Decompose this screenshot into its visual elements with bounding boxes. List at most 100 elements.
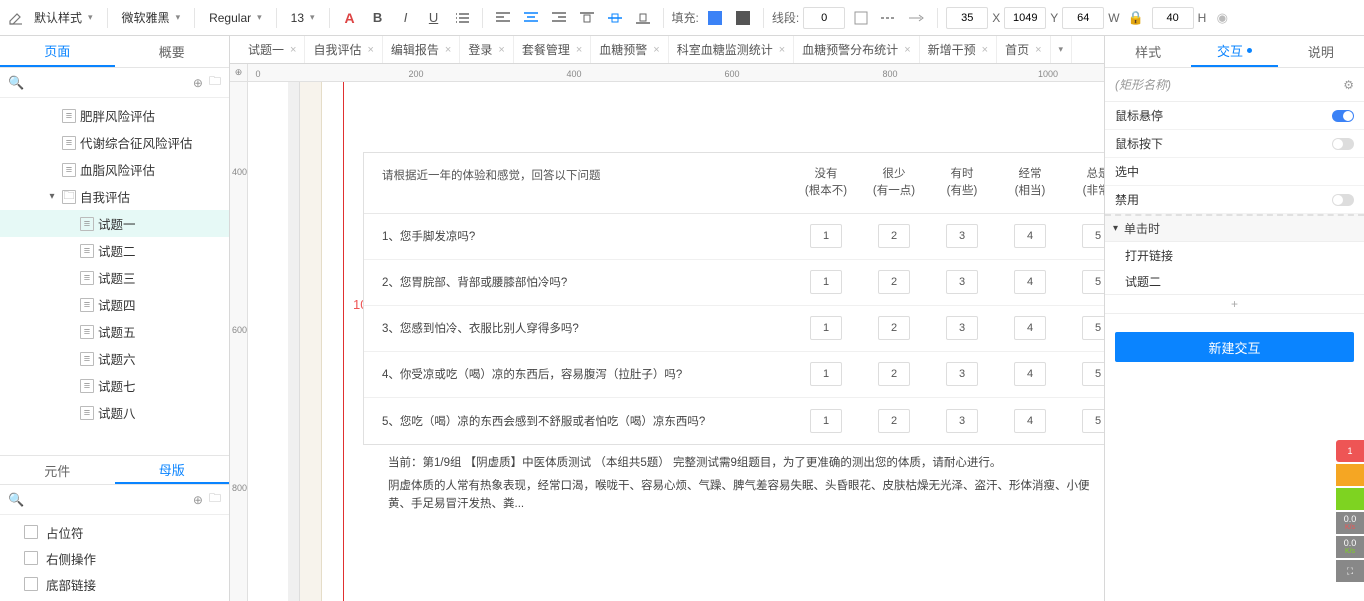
option-button[interactable]: 3	[946, 270, 978, 294]
add-master-folder-icon[interactable]: 🗀	[209, 489, 221, 510]
event-disable[interactable]: 禁用	[1105, 186, 1364, 214]
toggle[interactable]	[1332, 110, 1354, 122]
close-icon[interactable]: ×	[445, 44, 451, 56]
document-tab[interactable]: 科室血糖监测统计×	[669, 36, 794, 63]
page-tree-item[interactable]: ▾🗀自我评估	[0, 183, 229, 210]
border-style-button[interactable]	[849, 6, 873, 30]
document-tab[interactable]: 新增干预×	[920, 36, 997, 63]
list-button[interactable]	[450, 6, 474, 30]
font-weight-dropdown[interactable]: Regular▾	[203, 6, 268, 30]
option-button[interactable]: 3	[946, 224, 978, 248]
add-folder-icon[interactable]: 🗀	[209, 72, 221, 93]
event-select[interactable]: 选中	[1105, 158, 1364, 186]
option-button[interactable]: 2	[878, 270, 910, 294]
option-button[interactable]: 1	[810, 224, 842, 248]
document-tab[interactable]: 自我评估×	[305, 36, 382, 63]
option-button[interactable]: 4	[1014, 316, 1046, 340]
toggle[interactable]	[1332, 194, 1354, 206]
page-tree-item[interactable]: ≡试题五	[0, 318, 229, 345]
option-button[interactable]: 2	[878, 224, 910, 248]
page-tree-item[interactable]: ≡肥胖风险评估	[0, 102, 229, 129]
close-icon[interactable]: ×	[498, 44, 504, 56]
font-family-dropdown[interactable]: 微软雅黑▾	[116, 6, 187, 30]
close-icon[interactable]: ×	[1035, 44, 1041, 56]
option-button[interactable]: 3	[946, 316, 978, 340]
document-tab[interactable]: 试题一×	[240, 36, 305, 63]
option-button[interactable]: 2	[878, 316, 910, 340]
master-item[interactable]: 右侧操作	[0, 545, 229, 571]
document-tab[interactable]: 血糖预警分布统计×	[794, 36, 919, 63]
y-input[interactable]	[1004, 7, 1046, 29]
option-button[interactable]: 3	[946, 362, 978, 386]
arrow-style-button[interactable]	[905, 6, 929, 30]
page-tree-item[interactable]: ≡试题六	[0, 345, 229, 372]
dock-item[interactable]	[1336, 488, 1364, 510]
add-master-icon[interactable]: ⊕	[193, 493, 203, 507]
align-right-button[interactable]	[547, 6, 571, 30]
tab-outline[interactable]: 概要	[115, 36, 230, 67]
page-tree-item[interactable]: ≡试题四	[0, 291, 229, 318]
option-button[interactable]: 1	[810, 316, 842, 340]
close-icon[interactable]: ×	[904, 44, 910, 56]
option-button[interactable]: 1	[810, 362, 842, 386]
align-left-button[interactable]	[491, 6, 515, 30]
shape-name-placeholder[interactable]: (矩形名称)	[1115, 76, 1171, 93]
ruler-origin-icon[interactable]: ⊕	[230, 64, 248, 81]
document-tab[interactable]: 血糖预警×	[591, 36, 668, 63]
close-icon[interactable]: ×	[779, 44, 785, 56]
add-page-icon[interactable]: ⊕	[193, 76, 203, 90]
align-top-button[interactable]	[575, 6, 599, 30]
option-button[interactable]: 5	[1082, 409, 1104, 433]
pages-search-input[interactable]	[30, 76, 187, 90]
option-button[interactable]: 1	[810, 270, 842, 294]
line-width-input[interactable]	[803, 7, 845, 29]
option-button[interactable]: 5	[1082, 224, 1104, 248]
add-action-button[interactable]: +	[1105, 294, 1364, 314]
underline-button[interactable]: U	[422, 6, 446, 30]
visibility-icon[interactable]: ◉	[1210, 6, 1234, 30]
font-size-dropdown[interactable]: 13▾	[285, 6, 321, 30]
h-input[interactable]	[1152, 7, 1194, 29]
page-tree-item[interactable]: ≡代谢综合征风险评估	[0, 129, 229, 156]
align-bottom-button[interactable]	[631, 6, 655, 30]
new-interaction-button[interactable]: 新建交互	[1115, 332, 1354, 362]
option-button[interactable]: 4	[1014, 270, 1046, 294]
event-mousedown[interactable]: 鼠标按下	[1105, 130, 1364, 158]
dock-badge[interactable]: 1	[1336, 440, 1364, 462]
master-item[interactable]: 底部链接	[0, 571, 229, 597]
document-tab[interactable]: 套餐管理×	[514, 36, 591, 63]
option-button[interactable]: 1	[810, 409, 842, 433]
event-hover[interactable]: 鼠标悬停	[1105, 102, 1364, 130]
page-tree-item[interactable]: ≡试题三	[0, 264, 229, 291]
font-color-button[interactable]: A	[338, 6, 362, 30]
canvas[interactable]: 1029 请根据近一年的体验和感觉，回答以下问题没有(根本不)很少(有一点)有时…	[248, 82, 1104, 601]
option-button[interactable]: 2	[878, 362, 910, 386]
close-icon[interactable]: ×	[653, 44, 659, 56]
align-center-button[interactable]	[519, 6, 543, 30]
masters-search-input[interactable]	[30, 493, 187, 507]
option-button[interactable]: 3	[946, 409, 978, 433]
w-input[interactable]	[1062, 7, 1104, 29]
master-item[interactable]: 占位符	[0, 519, 229, 545]
italic-button[interactable]: I	[394, 6, 418, 30]
tab-notes[interactable]: 说明	[1278, 36, 1364, 67]
fill-color-2[interactable]	[731, 6, 755, 30]
x-input[interactable]	[946, 7, 988, 29]
option-button[interactable]: 2	[878, 409, 910, 433]
page-tree-item[interactable]: ≡试题一	[0, 210, 229, 237]
style-dropdown[interactable]: 默认样式▾	[28, 6, 99, 30]
page-tree-item[interactable]: ≡试题七	[0, 372, 229, 399]
tab-interact[interactable]: 交互	[1191, 36, 1277, 67]
page-tree-item[interactable]: ≡血脂风险评估	[0, 156, 229, 183]
option-button[interactable]: 4	[1014, 224, 1046, 248]
action-target[interactable]: 试题二	[1105, 268, 1364, 294]
document-tab[interactable]: 首页×	[997, 36, 1050, 63]
close-icon[interactable]: ×	[982, 44, 988, 56]
option-button[interactable]: 5	[1082, 362, 1104, 386]
toggle[interactable]	[1332, 138, 1354, 150]
page-tree-item[interactable]: ≡试题八	[0, 399, 229, 426]
line-dash-button[interactable]	[877, 6, 901, 30]
dock-item[interactable]	[1336, 464, 1364, 486]
dock-expand-icon[interactable]: ⛶	[1336, 560, 1364, 582]
tab-widgets[interactable]: 元件	[0, 456, 115, 484]
